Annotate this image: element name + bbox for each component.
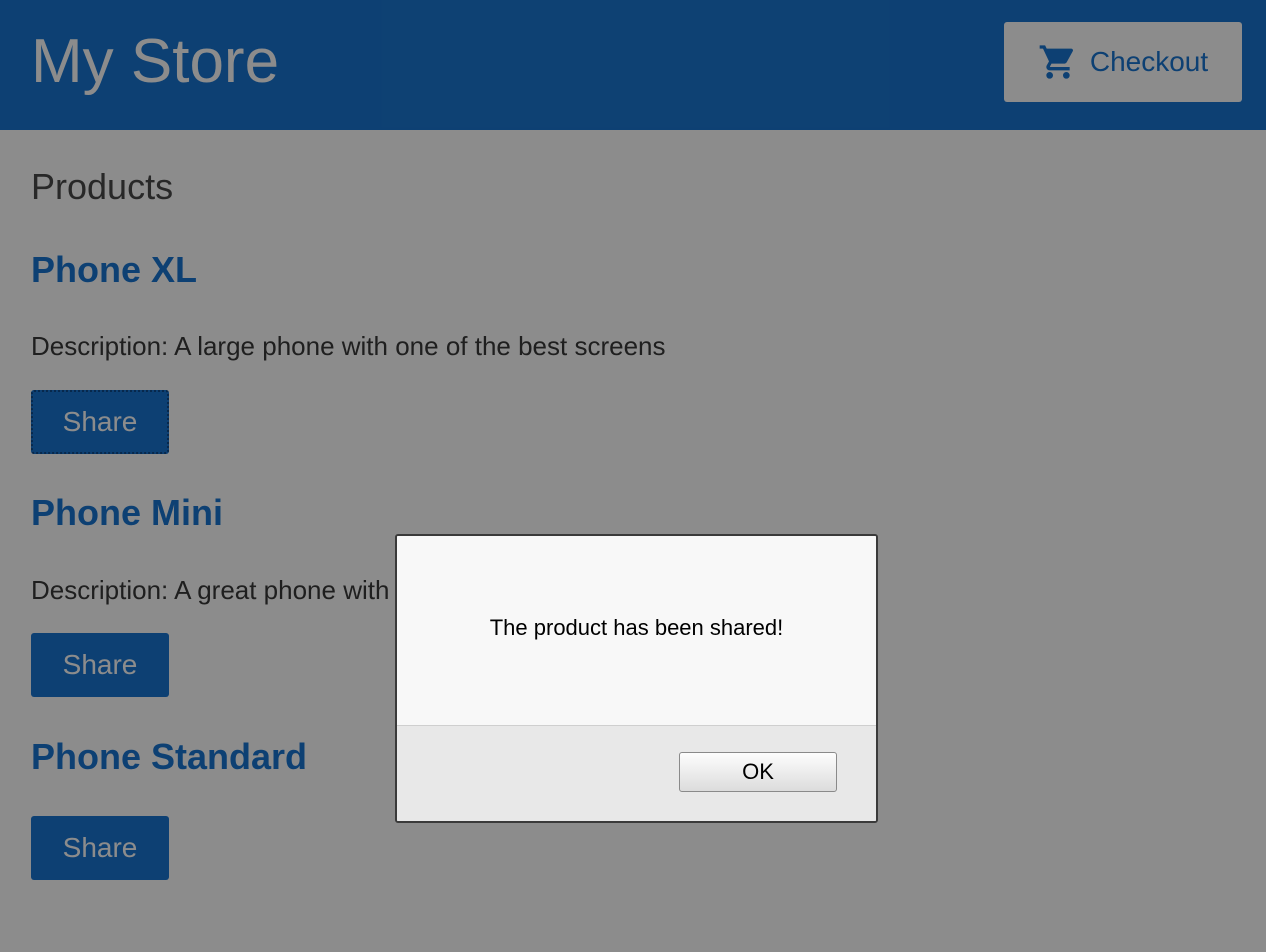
dialog-footer: OK [397,725,876,821]
dialog-message: The product has been shared! [489,615,784,640]
ok-button[interactable]: OK [679,752,837,792]
dialog-body: The product has been shared! [397,536,876,725]
alert-dialog: The product has been shared! OK [395,534,878,823]
